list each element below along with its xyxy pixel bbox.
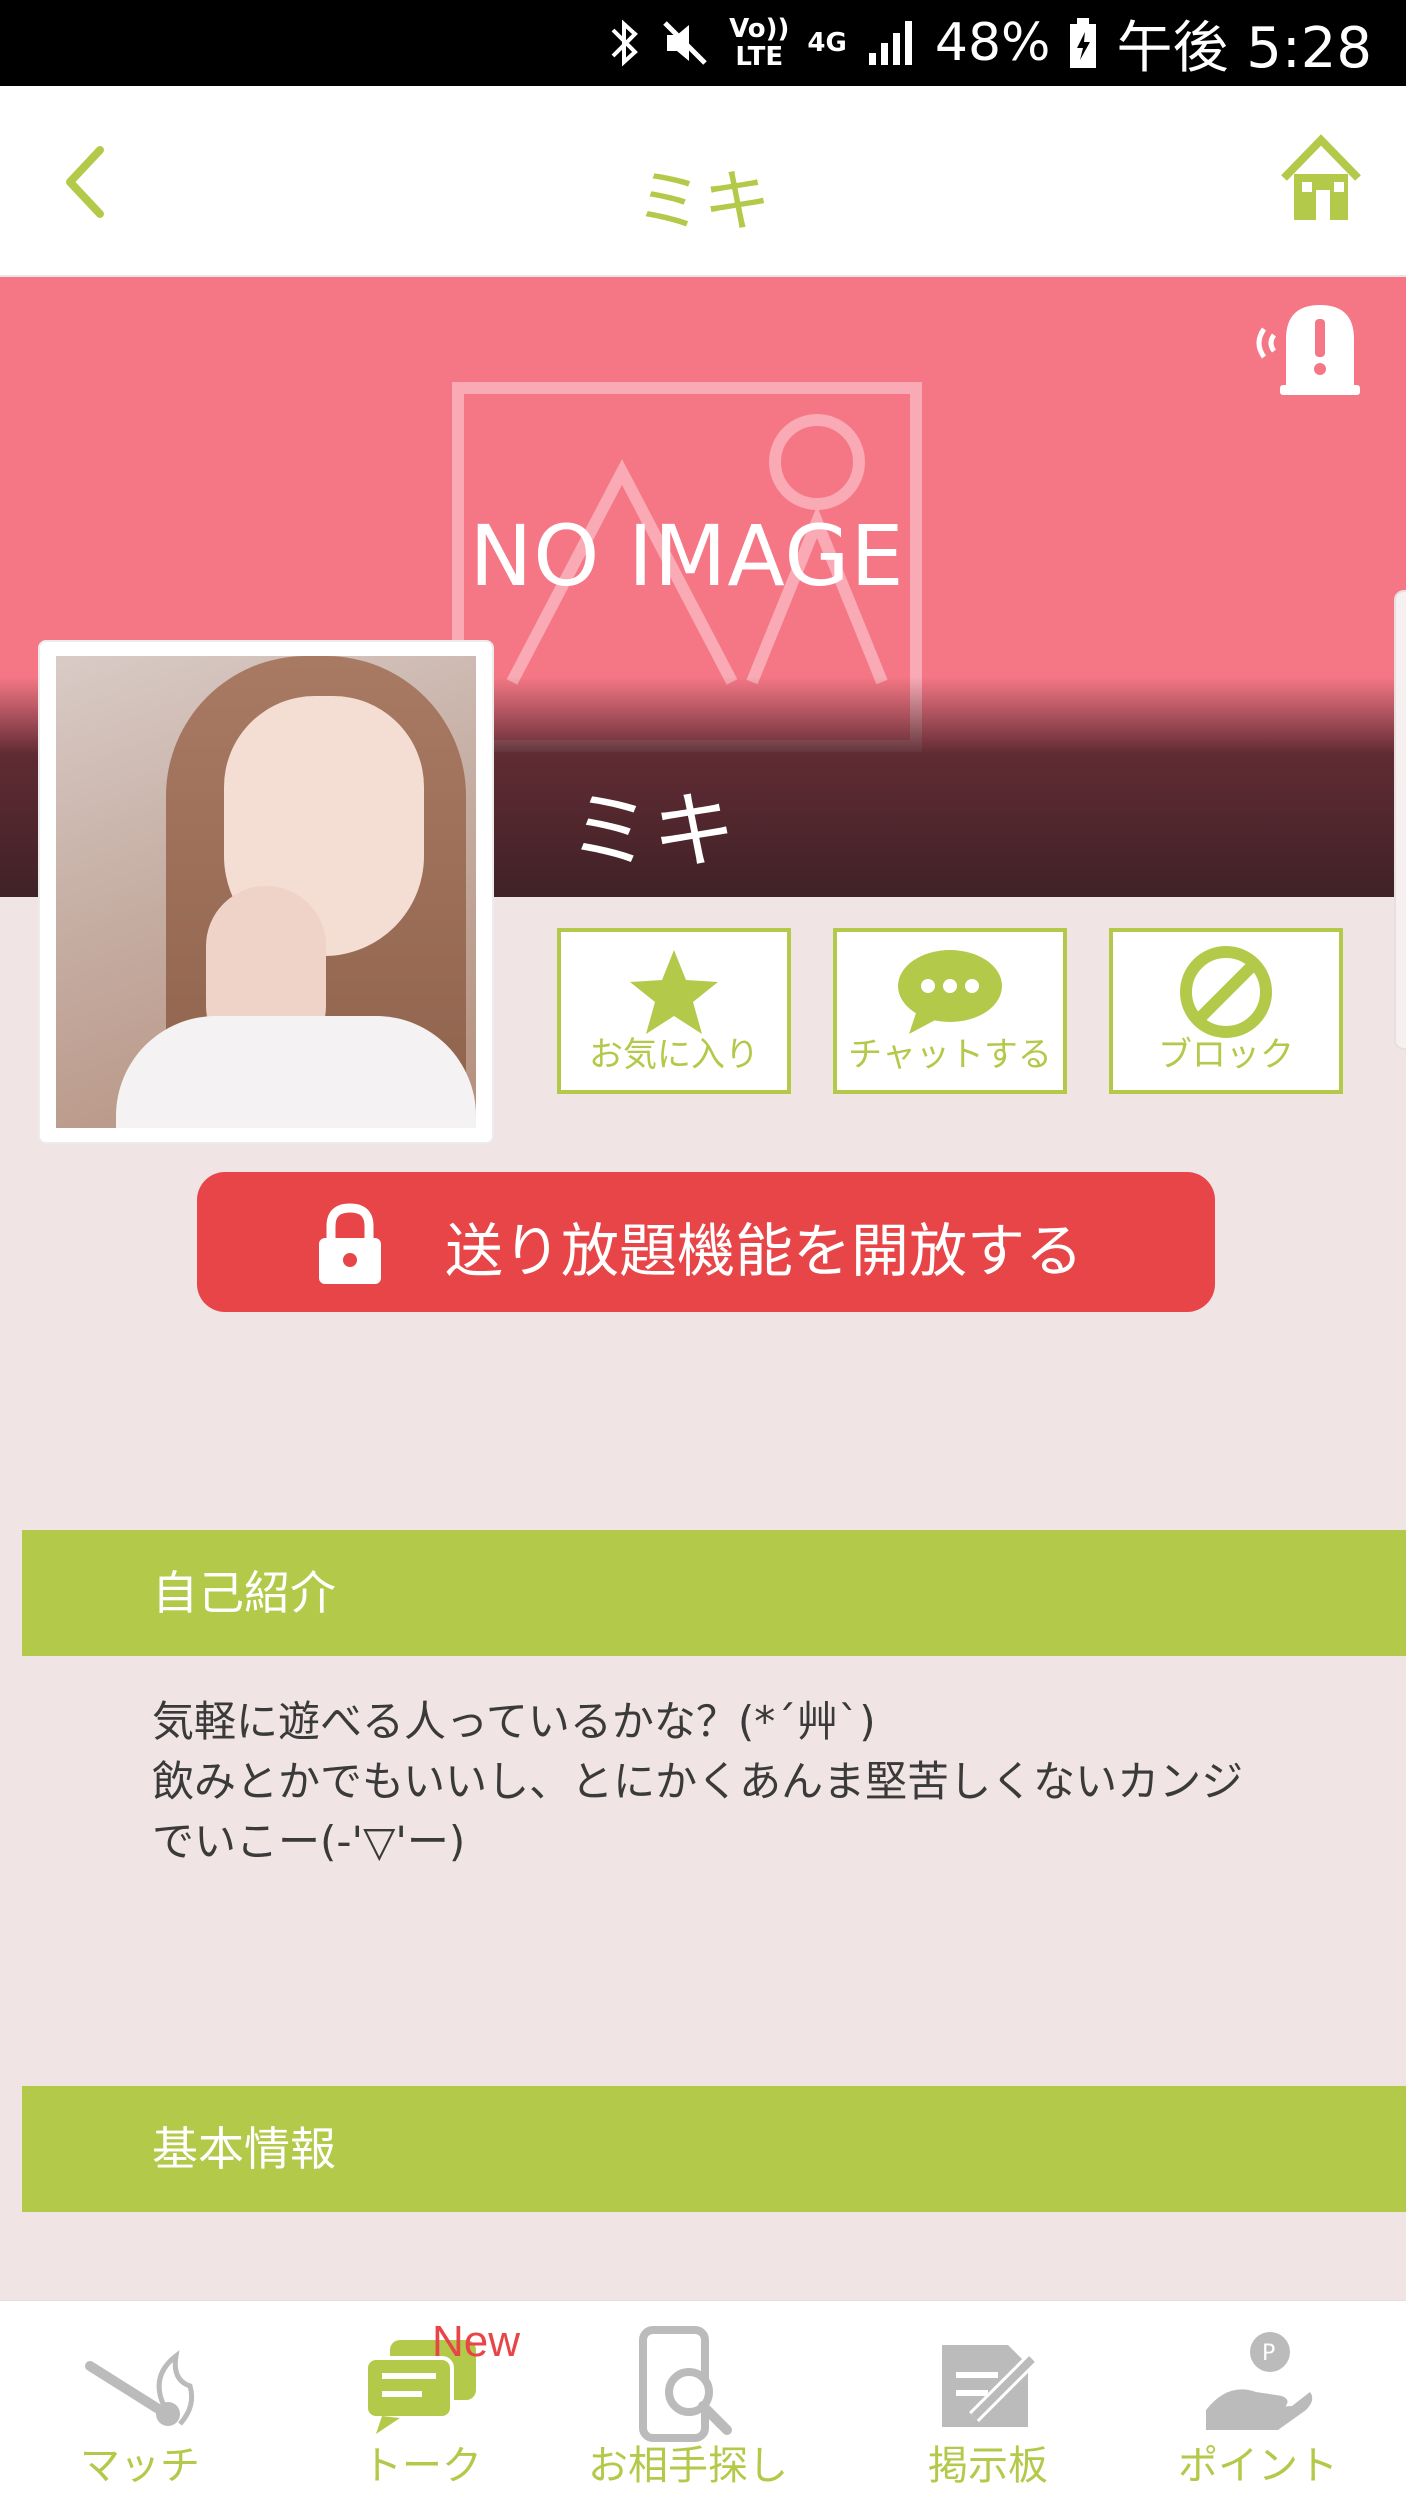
block-button[interactable]: ブロック bbox=[1109, 928, 1343, 1094]
profile-name: ミキ bbox=[568, 782, 737, 880]
tab-points[interactable]: P ポイント bbox=[1118, 2301, 1398, 2500]
star-icon bbox=[630, 950, 718, 1034]
status-bar: Vo)) LTE 4G 48% 午後 5:28 bbox=[0, 0, 1406, 86]
basic-info-header: 基本情報 bbox=[22, 2086, 1406, 2212]
phone-search-icon bbox=[639, 2326, 732, 2442]
basic-info-heading: 基本情報 bbox=[152, 2122, 336, 2176]
tab-talk-label: トーク bbox=[362, 2443, 482, 2489]
new-badge: New bbox=[432, 2317, 521, 2366]
clock: 午後 5:28 bbox=[1116, 15, 1372, 81]
page-title: ミキ bbox=[634, 163, 771, 242]
lock-icon bbox=[319, 1203, 381, 1284]
favorite-label: お気に入り bbox=[589, 1035, 759, 1075]
network-type: 4G bbox=[807, 28, 847, 58]
points-hand-coin-icon: P bbox=[1206, 2332, 1313, 2430]
top-header: ミキ bbox=[0, 86, 1406, 276]
intro-line: 飲みとかでもいいし、とにかくあんま堅苦しくないカンジ bbox=[152, 1757, 1244, 1806]
unlock-unlimited-messages-button[interactable]: 送り放題機能を開放する bbox=[197, 1172, 1215, 1312]
tab-talk[interactable]: New トーク bbox=[282, 2301, 562, 2500]
block-label: ブロック bbox=[1158, 1035, 1294, 1075]
tab-match[interactable]: マッチ bbox=[0, 2301, 280, 2500]
chat-button[interactable]: チャットする bbox=[833, 928, 1067, 1094]
self-intro-text: 気軽に遊べる人っているかな？(*´艸`) 飲みとかでもいいし、とにかくあんま堅苦… bbox=[152, 1692, 1352, 1872]
bluetooth-icon bbox=[611, 19, 638, 67]
tab-match-label: マッチ bbox=[80, 2443, 200, 2489]
favorite-button[interactable]: お気に入り bbox=[557, 928, 791, 1094]
match-stick-flame-icon bbox=[85, 2350, 195, 2426]
board-write-icon bbox=[942, 2345, 1037, 2427]
svg-text:P: P bbox=[1262, 2341, 1275, 2366]
avatar-photo bbox=[56, 656, 476, 1128]
tab-points-label: ポイント bbox=[1178, 2443, 1338, 2489]
mute-icon bbox=[663, 21, 707, 65]
bottom-tab-bar: マッチ New トーク お相手探し 掲示板 P ポイント bbox=[0, 2300, 1406, 2500]
intro-line: でいこー(-'▽'ー) bbox=[152, 1817, 466, 1866]
self-intro-header: 自己紹介 bbox=[22, 1530, 1406, 1656]
battery-icon bbox=[1070, 18, 1097, 68]
signal-icon bbox=[868, 21, 912, 65]
chat-label: チャットする bbox=[848, 1035, 1052, 1075]
tab-board-label: 掲示板 bbox=[928, 2443, 1048, 2489]
report-alarm-icon[interactable] bbox=[1246, 299, 1366, 399]
no-image-label: NO IMAGE bbox=[469, 507, 905, 605]
tab-search[interactable]: お相手探し bbox=[548, 2301, 828, 2500]
self-intro-heading: 自己紹介 bbox=[152, 1566, 336, 1620]
unlock-label: 送り放題機能を開放する bbox=[445, 1217, 1084, 1285]
intro-line: 気軽に遊べる人っているかな？(*´艸`) bbox=[152, 1697, 876, 1746]
tab-search-label: お相手探し bbox=[588, 2443, 788, 2489]
home-icon[interactable] bbox=[1276, 134, 1366, 224]
battery-percent: 48% bbox=[934, 13, 1051, 73]
volte-indicator: Vo)) LTE bbox=[729, 14, 790, 72]
tab-board[interactable]: 掲示板 bbox=[848, 2301, 1128, 2500]
chat-bubble-icon bbox=[898, 950, 1002, 1034]
profile-avatar[interactable] bbox=[38, 640, 494, 1144]
side-drawer-handle[interactable] bbox=[1394, 590, 1406, 1050]
block-icon bbox=[1180, 946, 1272, 1038]
